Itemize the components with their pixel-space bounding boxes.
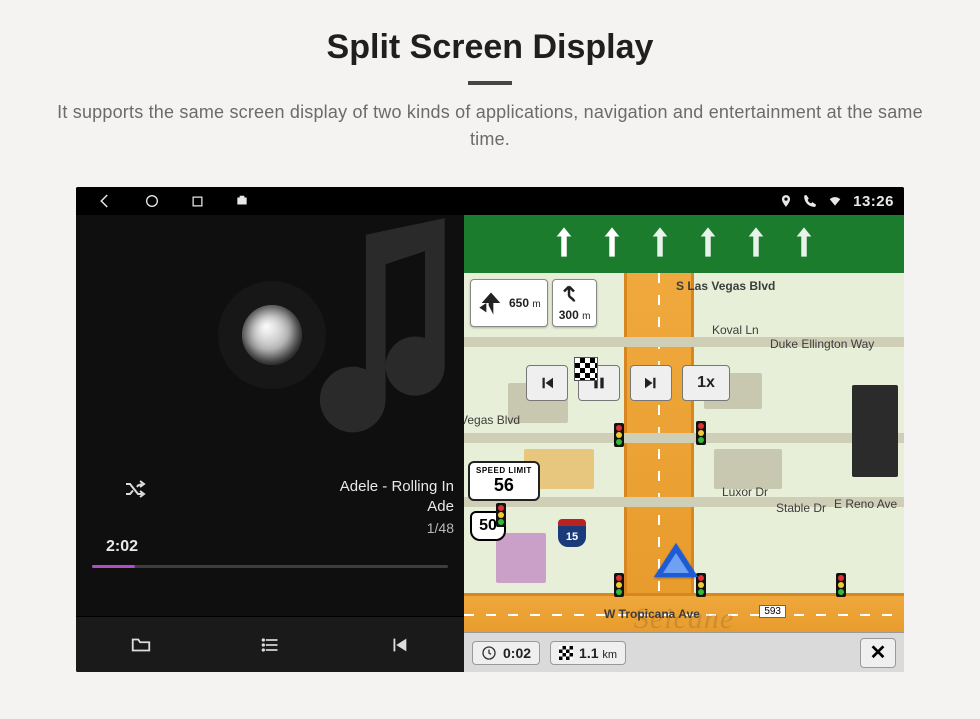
lane-arrow-2 (601, 225, 623, 264)
lane-arrow-6 (793, 225, 815, 264)
previous-button[interactable] (382, 628, 416, 662)
screenshot-icon[interactable] (235, 194, 249, 208)
phone-icon (803, 194, 817, 208)
clock: 13:26 (853, 193, 894, 210)
playlist-button[interactable] (253, 628, 287, 662)
lane-guidance (464, 215, 904, 273)
speed-limit-value: 56 (476, 475, 532, 496)
system-bar: 13:26 (76, 187, 904, 215)
wifi-icon (827, 194, 843, 208)
route-prev-button[interactable] (526, 365, 568, 401)
distance-unit: km (602, 649, 617, 661)
building (714, 449, 782, 489)
distance-value: 1.1 (579, 645, 598, 661)
flag-icon (559, 646, 573, 660)
joystick-control[interactable] (242, 305, 302, 365)
back-icon[interactable] (96, 192, 114, 210)
map-canvas[interactable]: S Las Vegas Blvd Koval Ln Duke Ellington… (464, 273, 904, 632)
street-label-stable: Stable Dr (776, 501, 826, 515)
street-label-duke: Duke Ellington Way (770, 337, 874, 351)
music-pane: Adele - Rolling In Ade 1/48 2:02 (76, 215, 464, 672)
elapsed-time: 2:02 (106, 538, 138, 556)
nav-bottom-bar: 0:02 1.1 km ✕ (464, 632, 904, 672)
speed-limit-sign: SPEED LIMIT 56 (468, 461, 540, 501)
street-label-luxor: Luxor Dr (722, 485, 768, 499)
turn-instruction: 650 m 300 m (470, 279, 597, 327)
vehicle-cursor-icon (654, 543, 698, 577)
street-label-koval: Koval Ln (712, 323, 759, 337)
building (852, 385, 898, 477)
street-label-vegas: Vegas Blvd (464, 413, 520, 427)
recents-icon[interactable] (190, 194, 205, 209)
eta-pill[interactable]: 0:02 (472, 641, 540, 665)
lane-arrow-5 (745, 225, 767, 264)
route-next-button[interactable] (630, 365, 672, 401)
building (496, 533, 546, 583)
shuffle-icon[interactable] (120, 477, 150, 506)
page-title: Split Screen Display (40, 28, 940, 67)
music-note-icon (294, 215, 464, 445)
speed-limit-label: SPEED LIMIT (476, 466, 532, 475)
street-label-bottom: W Tropicana Ave (604, 607, 700, 621)
home-icon[interactable] (144, 193, 160, 209)
road-main-vertical (624, 273, 694, 632)
turn-distance: 650 (509, 296, 529, 310)
turn-distance-unit: m (532, 299, 540, 310)
track-title: Adele - Rolling In (340, 477, 454, 497)
distance-pill[interactable]: 1.1 km (550, 641, 626, 665)
track-index: 1/48 (340, 519, 454, 538)
title-rule (468, 81, 512, 85)
progress-bar[interactable] (92, 565, 448, 568)
folder-button[interactable] (124, 628, 158, 662)
device-frame: 13:26 Adele - Rolling In Ade 1/48 2:02 (76, 187, 904, 672)
route-speed-button[interactable]: 1x (682, 365, 730, 401)
nav-pane: S Las Vegas Blvd Koval Ln Duke Ellington… (464, 215, 904, 672)
street-label-top: S Las Vegas Blvd (676, 279, 775, 293)
location-icon (779, 194, 793, 208)
route-playback-controls: 1x (526, 365, 730, 401)
traffic-light-icon (836, 573, 848, 597)
alt-distance-unit: m (582, 311, 590, 322)
street-label-east: E Reno Ave (834, 497, 897, 511)
interstate-shield: 15 (558, 519, 586, 547)
music-bottom-bar (76, 616, 464, 672)
traffic-light-icon (496, 503, 508, 527)
traffic-light-icon (614, 423, 626, 447)
lane-arrow-1 (553, 225, 575, 264)
track-artist: Ade (340, 497, 454, 517)
close-button[interactable]: ✕ (860, 638, 896, 668)
exit-number: 593 (759, 605, 786, 618)
alt-distance: 300 (559, 308, 579, 322)
traffic-light-icon (614, 573, 626, 597)
checkered-flag-icon (574, 357, 598, 381)
road-minor-2 (464, 433, 904, 443)
eta-value: 0:02 (503, 645, 531, 661)
lane-arrow-3 (649, 225, 671, 264)
lane-arrow-4 (697, 225, 719, 264)
page-subtitle: It supports the same screen display of t… (40, 99, 940, 153)
progress-fill (92, 565, 135, 568)
traffic-light-icon (696, 421, 708, 445)
